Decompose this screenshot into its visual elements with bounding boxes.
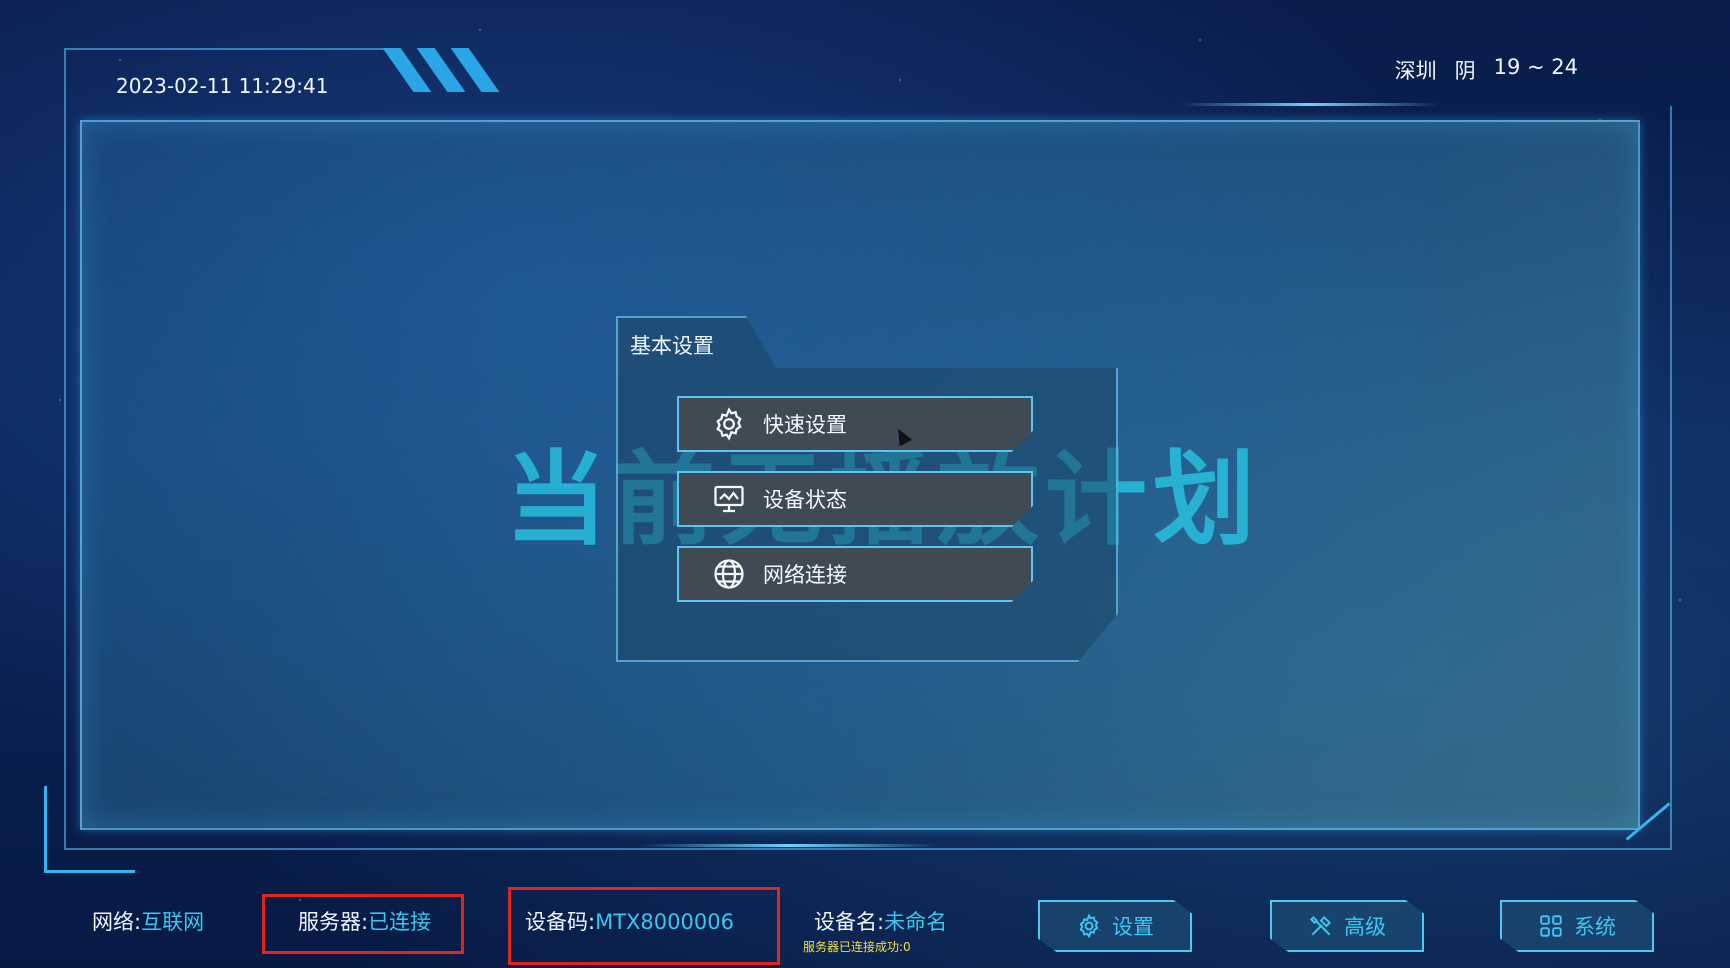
datetime-display: 2023-02-11 11:29:41 bbox=[116, 74, 329, 98]
gear-icon bbox=[1079, 913, 1099, 939]
device-code-label: 设备码: bbox=[525, 910, 596, 934]
server-status-label: 服务器: bbox=[298, 910, 369, 934]
glow-line-top bbox=[1180, 103, 1440, 106]
device-status-label: 设备状态 bbox=[763, 488, 847, 512]
weather-condition: 阴 bbox=[1454, 59, 1476, 83]
server-connection-note: 服务器已连接成功:0 bbox=[803, 940, 911, 954]
network-status-label: 网络: bbox=[92, 910, 142, 934]
weather-city: 深圳 bbox=[1394, 59, 1437, 83]
network-connection-label: 网络连接 bbox=[763, 563, 847, 587]
advanced-button[interactable]: 高级 bbox=[1270, 900, 1424, 952]
corner-decoration-left bbox=[44, 786, 135, 873]
server-status-value: 已连接 bbox=[368, 910, 432, 934]
monitor-icon bbox=[714, 485, 744, 513]
network-connection-button[interactable]: 网络连接 bbox=[677, 546, 1033, 602]
system-button[interactable]: 系统 bbox=[1500, 900, 1654, 952]
grid-icon bbox=[1540, 915, 1562, 937]
header-stripes-decoration bbox=[382, 48, 510, 92]
device-name-label: 设备名: bbox=[814, 910, 885, 934]
device-name: 设备名:未命名 bbox=[814, 906, 947, 936]
gear-icon bbox=[716, 407, 742, 441]
glow-line-bottom bbox=[640, 844, 940, 847]
tools-icon bbox=[1309, 915, 1332, 936]
settings-button[interactable]: 设置 bbox=[1038, 900, 1192, 952]
quick-settings-label: 快速设置 bbox=[763, 413, 847, 437]
device-code: 设备码:MTX8000006 bbox=[525, 906, 734, 936]
settings-button-label: 设置 bbox=[1112, 915, 1154, 939]
device-code-value: MTX8000006 bbox=[595, 910, 734, 934]
weather-display: 深圳 阴 19 ~ 24 bbox=[1395, 55, 1578, 85]
weather-temperature: 19 ~ 24 bbox=[1493, 55, 1578, 79]
advanced-button-label: 高级 bbox=[1344, 915, 1386, 939]
system-button-label: 系统 bbox=[1574, 915, 1616, 939]
network-status: 网络:互联网 bbox=[92, 906, 204, 936]
network-status-value: 互联网 bbox=[141, 910, 205, 934]
quick-settings-button[interactable]: 快速设置 bbox=[677, 396, 1033, 452]
server-status: 服务器:已连接 bbox=[298, 906, 431, 936]
globe-icon bbox=[714, 559, 744, 589]
device-name-value: 未命名 bbox=[884, 910, 948, 934]
device-status-button[interactable]: 设备状态 bbox=[677, 471, 1033, 527]
panel-title: 基本设置 bbox=[630, 334, 714, 358]
